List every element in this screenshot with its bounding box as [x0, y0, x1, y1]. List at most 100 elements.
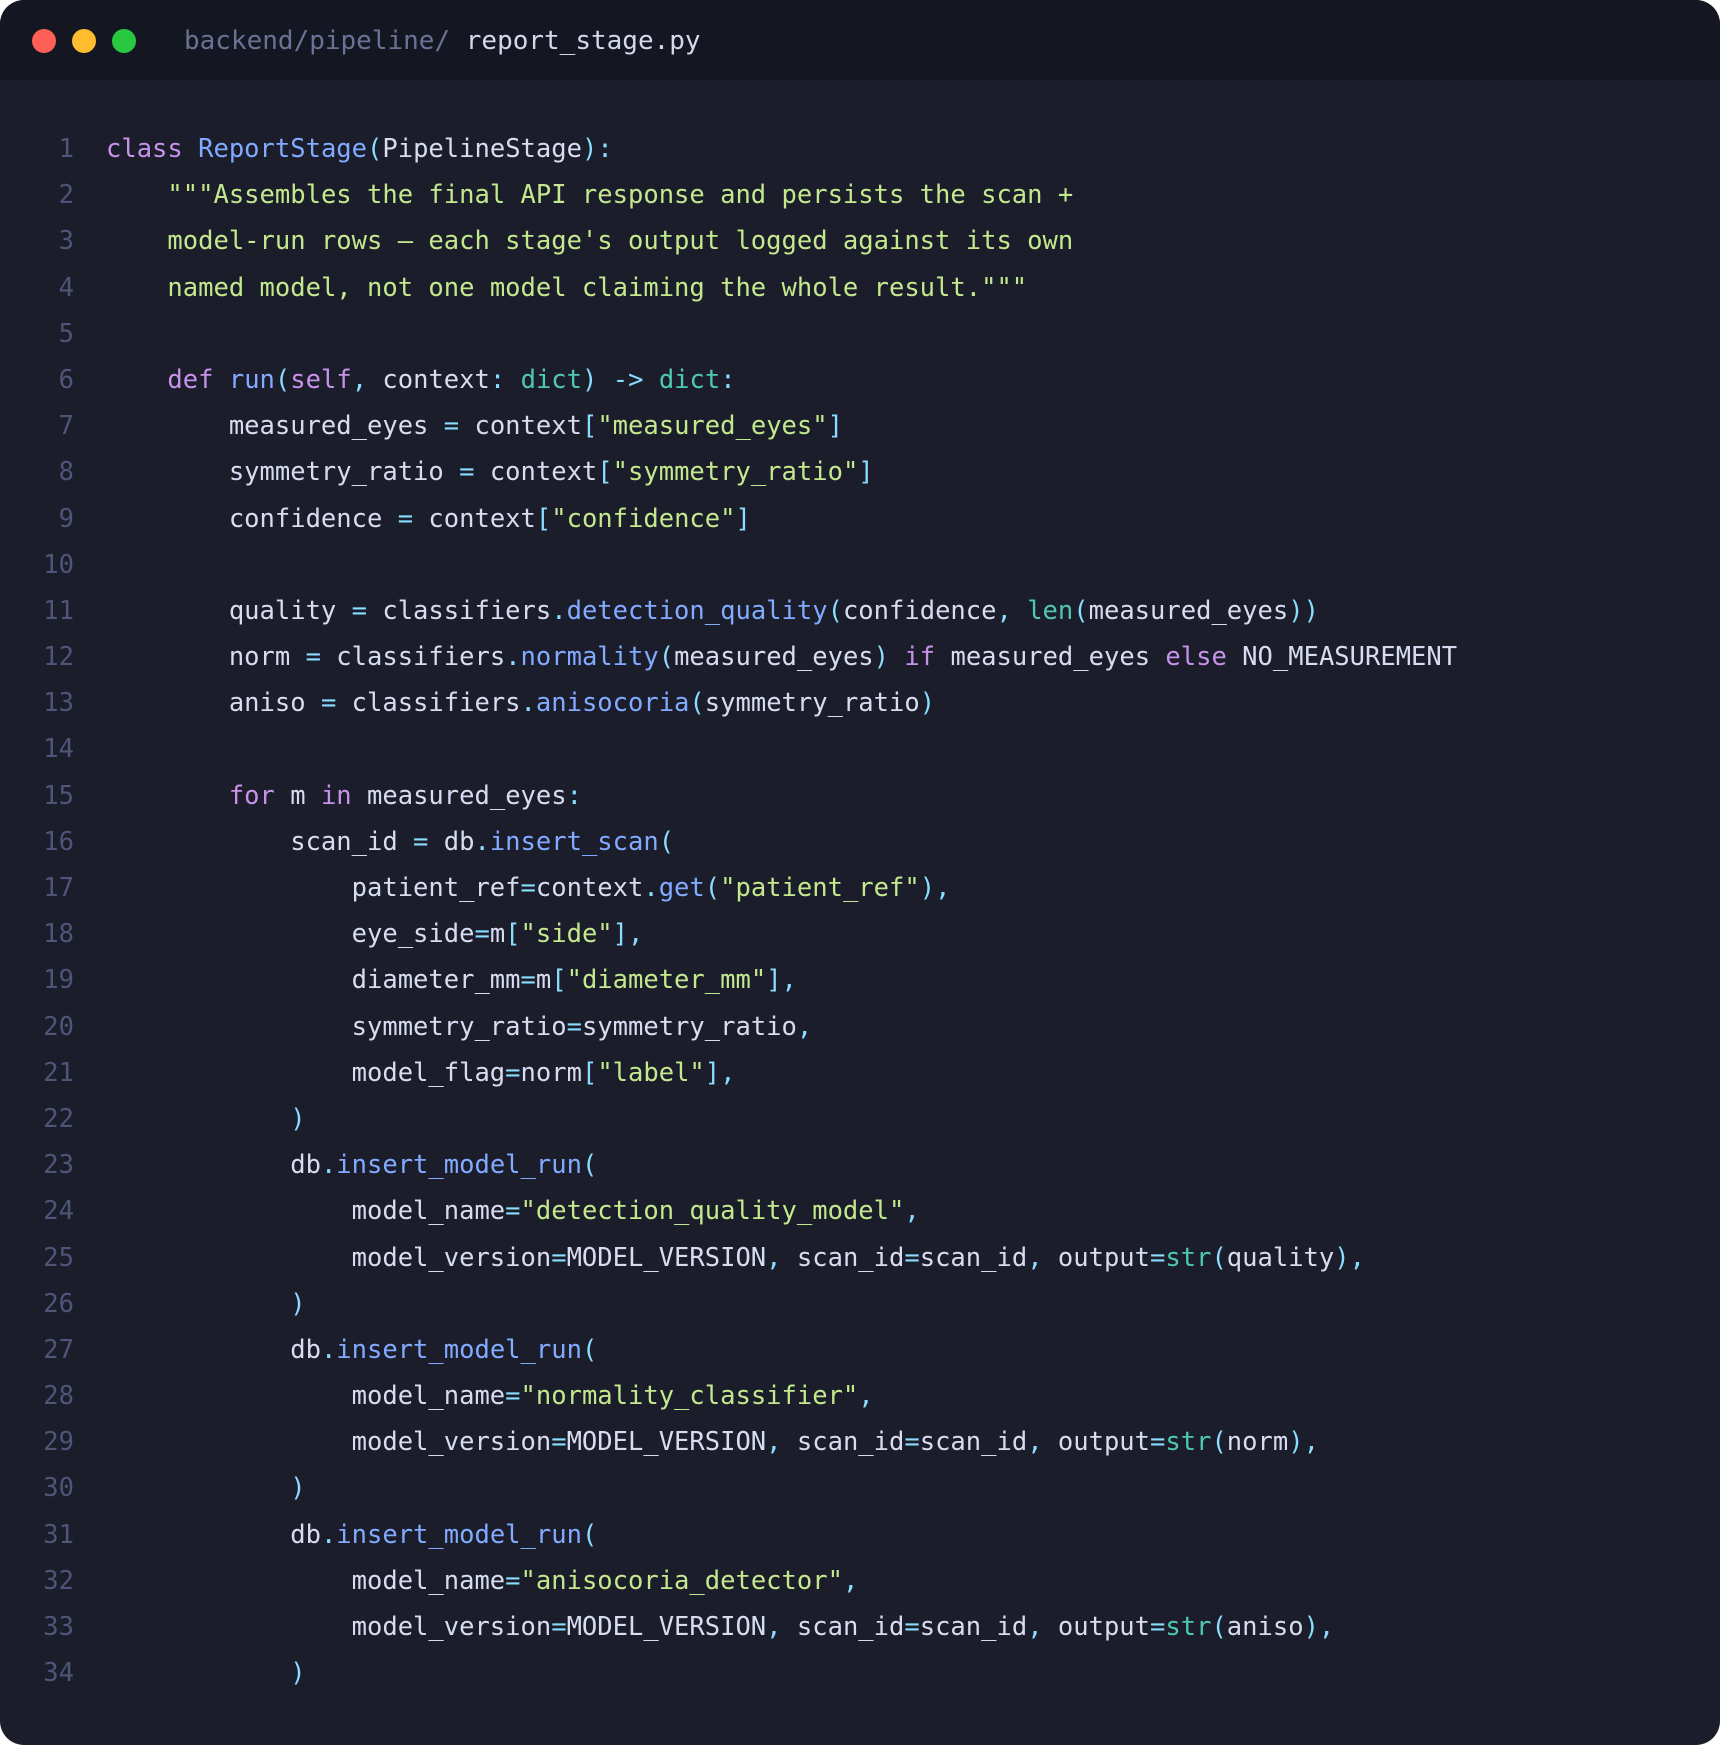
- code-token: ,: [996, 595, 1012, 626]
- code-line: 1 class ReportStage(PipelineStage):: [0, 126, 1720, 172]
- line-number: 17: [43, 873, 74, 903]
- code-token: scan_id: [919, 1427, 1028, 1458]
- line-number: 34: [43, 1658, 74, 1689]
- code-token: str: [1165, 1612, 1212, 1642]
- line-code: for m in measured_eyes:: [106, 773, 582, 819]
- code-token: context: [535, 873, 644, 903]
- code-token: =: [305, 642, 321, 673]
- line-number: 18: [43, 919, 74, 950]
- code-token: measured_eyes: [1088, 595, 1289, 626]
- line-number: 33: [43, 1612, 74, 1642]
- code-token: =: [904, 1242, 920, 1273]
- code-line: 27 db.insert_model_run(: [0, 1327, 1720, 1373]
- line-number: 2: [58, 180, 74, 211]
- close-button[interactable]: [32, 29, 56, 53]
- code-token: aniso: [106, 688, 321, 719]
- maximize-button[interactable]: [112, 29, 136, 53]
- line-code: ): [106, 1096, 306, 1142]
- code-line: 24 model_name="detection_quality_model",: [0, 1188, 1720, 1234]
- code-line: 9 confidence = context["confidence"]: [0, 496, 1720, 542]
- code-token: MODEL_VERSION: [566, 1612, 767, 1642]
- minimize-button[interactable]: [72, 29, 96, 53]
- code-line: 34 ): [0, 1650, 1720, 1696]
- code-line: 25 model_version=MODEL_VERSION, scan_id=…: [0, 1235, 1720, 1281]
- line-code: ): [106, 1465, 305, 1511]
- line-code: db.insert_model_run(: [106, 1327, 597, 1373]
- line-number: 30: [43, 1473, 74, 1504]
- code-line: 33 model_version=MODEL_VERSION, scan_id=…: [0, 1604, 1720, 1650]
- code-token: m: [274, 780, 321, 811]
- line-code: model_version=MODEL_VERSION, scan_id=sca…: [106, 1419, 1319, 1465]
- code-token: (: [689, 688, 705, 719]
- code-token: "detection_quality_model": [520, 1196, 905, 1227]
- code-token: self: [290, 364, 352, 395]
- line-number: 4: [58, 272, 74, 303]
- line-number: 23: [43, 1150, 74, 1181]
- line-number: 24: [43, 1196, 74, 1227]
- code-token: symmetry_ratio: [581, 1011, 797, 1042]
- code-token: def: [167, 364, 214, 395]
- code-token: ,: [904, 1196, 920, 1227]
- code-token: =: [566, 1011, 582, 1042]
- code-token: =: [551, 1427, 567, 1458]
- code-token: scan_id: [919, 1612, 1028, 1642]
- code-token: [: [597, 457, 613, 488]
- line-code: model_name="anisocoria_detector",: [106, 1558, 859, 1604]
- code-token: .: [643, 873, 659, 903]
- code-line: 11 quality = classifiers.detection_quali…: [0, 588, 1720, 634]
- code-token: insert_model_run: [336, 1519, 582, 1550]
- code-token: ),: [1303, 1612, 1335, 1642]
- line-number: 8: [58, 457, 74, 488]
- code-token: "normality_classifier": [520, 1381, 859, 1412]
- code-token: model_version: [106, 1242, 552, 1273]
- line-code: model_flag=norm["label"],: [106, 1050, 736, 1096]
- line-code: named model, not one model claiming the …: [106, 265, 1027, 311]
- line-number: 25: [43, 1242, 74, 1273]
- code-token: "symmetry_ratio": [612, 457, 859, 488]
- code-token: scan_id: [106, 826, 414, 857]
- code-token: ,: [766, 1242, 782, 1273]
- line-code: model-run rows — each stage's output log…: [106, 218, 1073, 264]
- line-number: 14: [43, 734, 74, 765]
- code-token: =: [520, 965, 536, 996]
- code-token: context: [459, 411, 582, 442]
- code-token: model_name: [106, 1196, 506, 1227]
- line-code: norm = classifiers.normality(measured_ey…: [106, 634, 1457, 680]
- code-token: (: [1211, 1612, 1227, 1642]
- code-token: NO_MEASUREMENT: [1226, 642, 1458, 673]
- code-line: 26 ): [0, 1281, 1720, 1327]
- code-token: (: [274, 364, 291, 395]
- file-name: report_stage.py: [465, 26, 701, 56]
- code-line: 5: [0, 311, 1720, 357]
- code-line: 22 ): [0, 1096, 1720, 1142]
- code-token: diameter_mm: [106, 965, 521, 996]
- code-token: ,: [351, 364, 368, 395]
- code-token: :: [720, 364, 736, 395]
- code-token: =: [505, 1196, 521, 1227]
- line-number: 22: [43, 1103, 74, 1134]
- code-token: (: [581, 1150, 598, 1181]
- code-token: ): [290, 1103, 306, 1134]
- code-token: patient_ref: [106, 873, 521, 903]
- line-code: symmetry_ratio = context["symmetry_ratio…: [106, 449, 874, 495]
- line-code: db.insert_model_run(: [106, 1142, 597, 1188]
- code-token: normality: [520, 642, 659, 673]
- code-token: (: [367, 134, 383, 164]
- line-code: model_version=MODEL_VERSION, scan_id=sca…: [106, 1235, 1365, 1281]
- code-token: "confidence": [551, 503, 736, 534]
- code-token: measured_eyes: [351, 780, 567, 811]
- code-token: (: [581, 1519, 598, 1550]
- title-bar: backend/pipeline/ report_stage.py: [0, 0, 1720, 80]
- code-token: """Assembles the final API response and …: [167, 180, 1074, 211]
- code-line: 2 """Assembles the final API response an…: [0, 172, 1720, 218]
- line-number: 12: [43, 642, 74, 673]
- code-editor[interactable]: 1 class ReportStage(PipelineStage): 2 """A…: [0, 126, 1720, 1696]
- code-token: confidence: [842, 595, 997, 626]
- code-token: )): [1288, 595, 1319, 626]
- code-token: (: [1211, 1427, 1227, 1458]
- code-token: m: [489, 919, 506, 950]
- code-token: dict: [520, 364, 583, 395]
